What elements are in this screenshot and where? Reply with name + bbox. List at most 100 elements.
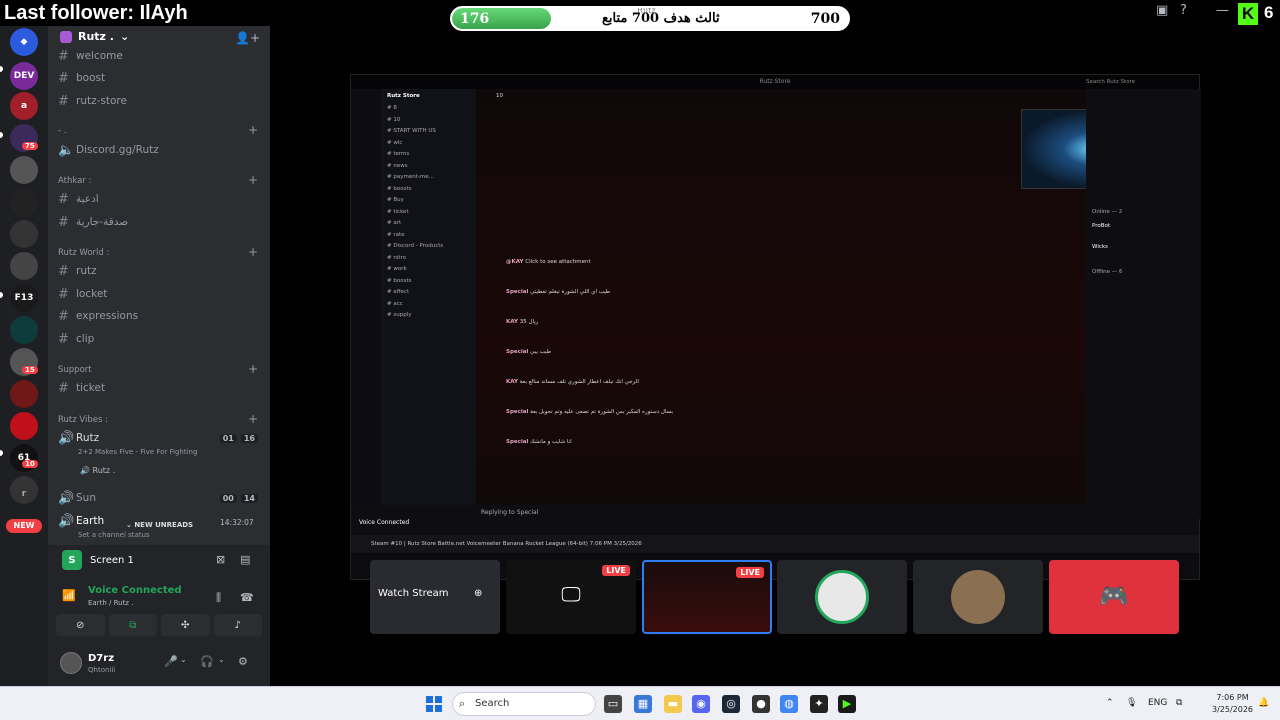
screen-icon: S	[62, 550, 82, 570]
minimize-icon[interactable]: —	[1216, 3, 1229, 18]
server-badge: 15	[22, 366, 38, 374]
mic-icon[interactable]: 🎤	[164, 655, 178, 668]
add-channel-icon[interactable]: +	[248, 412, 258, 426]
soundboard-button[interactable]: ♪	[213, 614, 262, 636]
new-badge: NEW	[6, 519, 42, 533]
zoom-icon[interactable]: ⊕	[474, 588, 482, 599]
watch-stream-tile[interactable]: Watch Stream ⊕	[370, 560, 500, 634]
stop-share-icon[interactable]: ⊠	[216, 553, 225, 566]
mic-icon[interactable]: 🎙	[1126, 698, 1137, 708]
stream-preview-tile[interactable]: LIVE	[642, 560, 772, 634]
nested-channel-item: # START WITH US	[387, 128, 436, 134]
category-rutz-vibes[interactable]: Rutz Vibes :	[58, 415, 108, 425]
explorer-icon[interactable]: ▬	[664, 695, 682, 713]
voice-channel-earth[interactable]: 🔊 Earth	[58, 511, 104, 531]
chevron-down-icon[interactable]: ⌄	[218, 655, 225, 664]
server-icon[interactable]	[10, 380, 38, 408]
server-icon[interactable]: a	[10, 92, 38, 120]
server-icon[interactable]: F13	[10, 284, 38, 312]
channel-rutz[interactable]: # rutz	[58, 261, 97, 281]
inbox-icon[interactable]: ▣	[1156, 3, 1168, 18]
category-blank[interactable]: - .	[58, 126, 66, 136]
channel-boost[interactable]: # boost	[58, 68, 105, 88]
headphones-icon[interactable]: 🎧	[200, 655, 214, 668]
add-member-icon[interactable]: 👤+	[235, 31, 260, 45]
voice-location[interactable]: Earth / Rutz .	[88, 599, 133, 607]
channel-welcome[interactable]: # welcome	[58, 46, 123, 66]
nested-search: Search Rutz Store	[1086, 79, 1136, 85]
voice-member[interactable]: 🔊 Rutz .	[80, 466, 115, 475]
add-channel-icon[interactable]: +	[248, 123, 258, 137]
server-icon[interactable]: DEV	[10, 62, 38, 90]
nested-channel-item: # supply	[387, 312, 412, 318]
search-box[interactable]: ⌕ Search	[452, 692, 596, 716]
home-server-icon[interactable]: ◆	[10, 28, 38, 56]
channel-rutz-store[interactable]: # rutz-store	[58, 91, 127, 111]
notification-icon[interactable]: 🔔	[1258, 698, 1269, 708]
server-icon[interactable]	[10, 252, 38, 280]
help-icon[interactable]: ?	[1180, 3, 1187, 18]
goal-max: 700	[810, 11, 840, 27]
steam-icon[interactable]: ◎	[722, 695, 740, 713]
category-rutz-world[interactable]: Rutz World :	[58, 248, 109, 258]
add-channel-icon[interactable]: +	[248, 173, 258, 187]
channel-clip[interactable]: # clip	[58, 329, 94, 349]
network-icon[interactable]: ⧉	[1176, 698, 1182, 708]
activities-button[interactable]: ✣	[161, 614, 210, 636]
taskview-icon[interactable]: ▭	[604, 695, 622, 713]
channel-invite[interactable]: 🔈 Discord.gg/Rutz	[58, 140, 159, 160]
widgets-icon[interactable]: ▦	[634, 695, 652, 713]
app-icon[interactable]: ●	[752, 695, 770, 713]
discord-icon[interactable]: ◉	[692, 695, 710, 713]
voice-channel-rutz[interactable]: 🔊 Rutz	[58, 428, 99, 448]
nested-channel-item: # terms	[387, 151, 410, 157]
user-tile[interactable]	[777, 560, 907, 634]
category-athkar[interactable]: Athkar :	[58, 176, 91, 186]
channel-athkar-1[interactable]: # ادعية	[58, 189, 99, 209]
server-header[interactable]: Rutz . ⌄	[60, 30, 129, 43]
windows-start-icon[interactable]	[426, 696, 442, 712]
nested-channel-item: # 8	[387, 105, 397, 111]
channel-expressions[interactable]: # expressions	[58, 306, 138, 326]
category-support[interactable]: Support	[58, 365, 92, 375]
gear-icon[interactable]: ⚙	[238, 655, 248, 668]
popout-icon[interactable]: ▤	[240, 553, 250, 566]
unread-pip	[0, 66, 3, 72]
server-icon[interactable]	[10, 156, 38, 184]
chevron-down-icon[interactable]: ⌄	[180, 655, 187, 664]
share-screen-button[interactable]: ⧉	[108, 614, 157, 636]
nested-channel-item: # Discord - Products	[387, 243, 444, 249]
chevron-up-icon[interactable]: ⌃	[1106, 698, 1114, 708]
shared-screen[interactable]: Rutz Store Rutz Store # 8 # 10 # START WIT…	[350, 74, 1201, 580]
channel-athkar-2[interactable]: # صدقة-جارية	[58, 212, 128, 232]
screen-tile[interactable]: 🖵 LIVE	[506, 560, 636, 634]
disconnect-icon[interactable]: ☎	[240, 591, 254, 604]
server-icon[interactable]: r	[10, 480, 38, 508]
kick-icon[interactable]: ▶	[838, 695, 856, 713]
member-probot: ProBot	[1092, 223, 1111, 229]
new-unreads-pill[interactable]: ⌄ NEW UNREADS	[126, 521, 193, 529]
server-icon[interactable]	[10, 412, 38, 440]
channel-locket[interactable]: # locket	[58, 284, 107, 304]
nested-member-list: Search Rutz Store Online — 2 ProBot Wick…	[1086, 79, 1201, 519]
app-icon[interactable]: ✦	[810, 695, 828, 713]
server-icon[interactable]	[10, 316, 38, 344]
clock[interactable]: 7:06 PM 3/25/2026	[1212, 692, 1253, 716]
language-indicator[interactable]: ENG	[1148, 698, 1167, 708]
add-channel-icon[interactable]: +	[248, 245, 258, 259]
screen-share-row: S Screen 1	[62, 550, 134, 570]
server-rail: ◆ DEV a 75 F13 15 61 10 r	[0, 26, 48, 686]
server-icon[interactable]	[10, 188, 38, 216]
user-tile[interactable]	[913, 560, 1043, 634]
chrome-icon[interactable]: ◍	[780, 695, 798, 713]
viewer-count: 6	[1264, 3, 1274, 22]
camera-off-button[interactable]: ⊘	[56, 614, 105, 636]
server-icon[interactable]	[10, 220, 38, 248]
user-tile[interactable]: 🎮	[1049, 560, 1179, 634]
channel-ticket[interactable]: # ticket	[58, 378, 105, 398]
avatar[interactable]	[60, 652, 82, 674]
channel-status[interactable]: Set a channel status	[78, 531, 150, 539]
noise-icon[interactable]: ⫼	[216, 591, 221, 605]
voice-channel-sun[interactable]: 🔊 Sun	[58, 488, 96, 508]
add-channel-icon[interactable]: +	[248, 362, 258, 376]
